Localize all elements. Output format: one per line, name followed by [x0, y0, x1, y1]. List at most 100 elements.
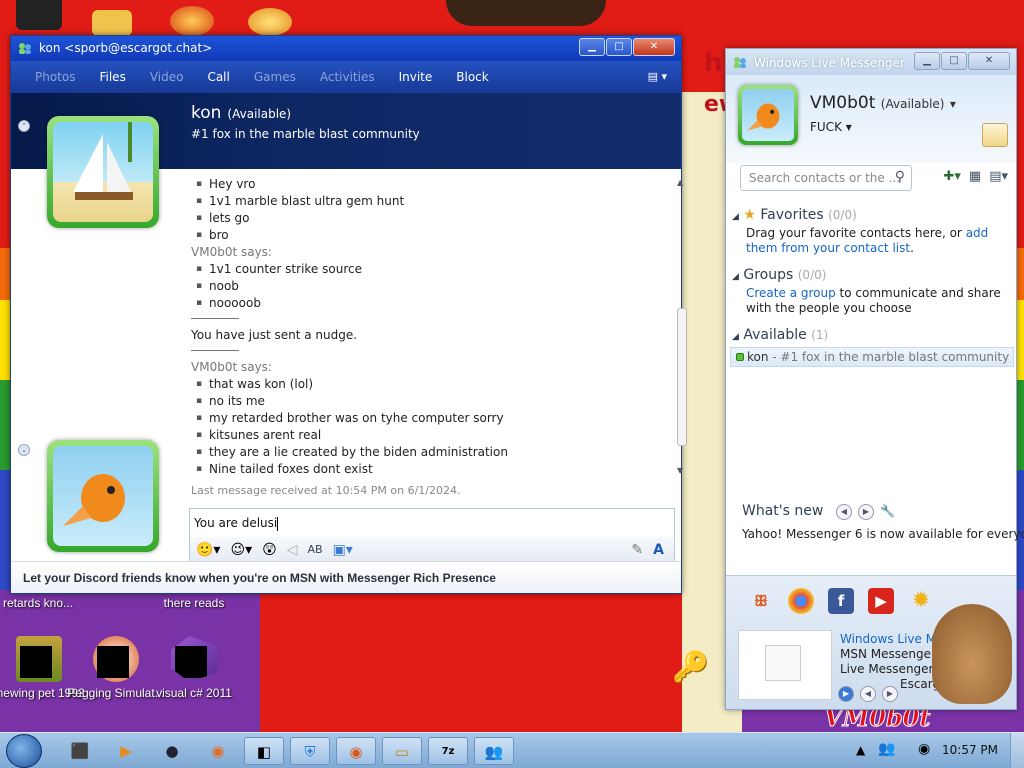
youtube-icon[interactable]: ▶ — [868, 588, 894, 614]
voice-clip-icon[interactable]: ◁ — [287, 542, 298, 558]
tray-messenger-icon[interactable]: 👥 — [878, 741, 895, 757]
scroll-down-icon[interactable]: ▼ — [677, 466, 683, 475]
contact-tools: ✚▾ ▦ ▤▾ — [943, 169, 1008, 184]
tray-arrow-icon[interactable]: ▲ — [856, 743, 865, 757]
background-icon[interactable]: ▣▾ — [333, 542, 353, 558]
taskbar-app-icon[interactable]: ⬛ — [60, 737, 100, 765]
menu-video[interactable]: Video — [138, 70, 196, 84]
maximize-button[interactable]: □ — [941, 52, 967, 70]
butterfly-icon[interactable]: ꕥ — [748, 588, 774, 614]
menu-games[interactable]: Games — [242, 70, 308, 84]
chat-title-bar[interactable]: kon <sporb@escargot.chat> ▁ □ ✕ — [11, 36, 681, 61]
play-icon[interactable]: ▶ — [838, 686, 854, 702]
menu-photos[interactable]: Photos — [23, 70, 87, 84]
next-icon[interactable]: ▶ — [882, 686, 898, 702]
facebook-icon[interactable]: f — [828, 588, 854, 614]
my-display-picture[interactable] — [738, 85, 798, 145]
message-line: Nine tailed foxes dont exist — [191, 461, 664, 478]
network-icon[interactable]: ◉ — [918, 741, 930, 757]
messenger-taskbar-icon[interactable]: 👥 — [474, 737, 514, 765]
sun-icon[interactable]: ✹ — [908, 588, 934, 614]
conversation-scrollbar[interactable]: ▲ ▼ — [674, 178, 690, 478]
folder-icon[interactable]: ▭ — [382, 737, 422, 765]
menu-block[interactable]: Block — [444, 70, 500, 84]
key-icon: 🔑 — [672, 650, 710, 685]
sender-label: VM0b0t says: — [191, 360, 272, 374]
desktop-icon[interactable] — [16, 0, 62, 30]
chat-footer-ad[interactable]: Let your Discord friends know when you'r… — [11, 561, 681, 593]
settings-icon[interactable]: 🔧 — [880, 504, 895, 520]
show-desktop-button[interactable] — [1010, 733, 1024, 768]
group-favorites: ◢ ★ Favorites (0/0) Drag your favorite c… — [732, 207, 1014, 256]
messenger-title-bar[interactable]: Windows Live Messenger ▁ □ ✕ — [726, 49, 1016, 75]
message-input[interactable]: You are delusi — [194, 516, 279, 531]
desktop-icon-partial[interactable]: retards kno... — [0, 596, 88, 610]
create-group-link[interactable]: Create a group — [746, 286, 836, 300]
chrome-icon[interactable] — [788, 588, 814, 614]
contact-avatar[interactable] — [47, 116, 159, 228]
profile-header: VM0b0t (Available) ▾ FUCK ▾ — [726, 75, 1016, 163]
minimize-button[interactable]: ▁ — [914, 52, 940, 70]
message-line: bro — [191, 227, 664, 244]
firefox-icon[interactable]: ◉ — [198, 737, 238, 765]
divider — [191, 350, 239, 351]
maximize-button[interactable]: □ — [606, 38, 632, 56]
goldfish-icon — [747, 103, 780, 131]
my-display-name[interactable]: VM0b0t (Available) ▾ — [810, 93, 956, 113]
prev-icon[interactable]: ◀ — [860, 686, 876, 702]
taskbar-app-icon[interactable]: ◧ — [244, 737, 284, 765]
scrollbar-thumb[interactable] — [677, 308, 687, 446]
ad-controls: ▶ ◀ ▶ — [838, 686, 898, 702]
inbox-icon[interactable] — [982, 123, 1008, 147]
nudge-icon[interactable]: 😲 — [262, 542, 277, 558]
emoticon-icon[interactable]: 🙂▾ — [196, 542, 220, 558]
minimize-button[interactable]: ▁ — [579, 38, 605, 56]
scroll-up-icon[interactable]: ▲ — [677, 178, 683, 187]
available-header[interactable]: ◢ Available (1) — [732, 327, 1014, 343]
my-personal-message[interactable]: FUCK ▾ — [810, 120, 852, 134]
prev-icon[interactable]: ◀ — [836, 504, 852, 520]
desktop-icon-partial[interactable]: there reads — [144, 596, 244, 610]
social-apps-bar: ꕥ f ▶ ✹ — [748, 588, 934, 614]
whats-new-title: What's new — [742, 503, 824, 519]
layout-icon[interactable]: ▦ — [969, 169, 981, 184]
menu-files[interactable]: Files — [87, 70, 137, 84]
search-contacts-input[interactable]: Search contacts or the ... ⚲ — [740, 165, 912, 191]
ad-image[interactable] — [738, 630, 832, 700]
menu-icon[interactable]: ▤▾ — [989, 169, 1008, 184]
spellcheck-icon[interactable]: AB — [307, 543, 322, 556]
next-icon[interactable]: ▶ — [858, 504, 874, 520]
contact-name: kon — [747, 350, 769, 364]
desktop-wallpaper-logo — [446, 0, 606, 26]
taskbar-app-icon[interactable]: ● — [152, 737, 192, 765]
collapse-icon[interactable]: ⌄ — [18, 444, 30, 456]
menu-invite[interactable]: Invite — [387, 70, 445, 84]
search-icon: ⚲ — [894, 169, 905, 185]
contact-row-kon[interactable]: kon - #1 fox in the marble blast communi… — [730, 347, 1014, 367]
close-button[interactable]: ✕ — [633, 38, 675, 56]
groups-header[interactable]: ◢ Groups (0/0) — [732, 267, 1014, 283]
my-avatar[interactable] — [47, 440, 159, 552]
start-button[interactable] — [6, 734, 42, 768]
taskbar-app-icon[interactable]: ◉ — [336, 737, 376, 765]
whats-new-text[interactable]: Yahoo! Messenger 6 is now available for … — [742, 527, 1024, 541]
menu-activities[interactable]: Activities — [308, 70, 387, 84]
add-contact-icon[interactable]: ✚▾ — [943, 169, 960, 184]
options-menu-icon[interactable]: ▤ ▾ — [648, 70, 667, 83]
favorites-header[interactable]: ◢ ★ Favorites (0/0) — [732, 207, 1014, 223]
close-button[interactable]: ✕ — [968, 52, 1010, 70]
clock[interactable]: 10:57 PM — [942, 743, 998, 757]
collapse-icon[interactable]: ⌃ — [18, 120, 30, 132]
shield-icon[interactable]: ⛨ — [290, 737, 330, 765]
handwriting-icon[interactable]: ✎ — [631, 542, 643, 558]
sun-icon[interactable] — [248, 8, 292, 36]
folder-icon[interactable] — [92, 10, 132, 36]
message-input-area[interactable]: You are delusi 🙂▾ 😉▾ 😲 ◁ AB ▣▾ ✎ A — [189, 508, 675, 563]
font-icon[interactable]: A — [653, 542, 664, 558]
wink-icon[interactable]: 😉▾ — [230, 542, 252, 558]
7zip-icon[interactable]: 7z — [428, 737, 468, 765]
taskbar-media-icon[interactable]: ▶ — [106, 737, 146, 765]
desktop-icon-visual-csharp[interactable]: visual c# 2011 — [144, 636, 244, 700]
menu-call[interactable]: Call — [195, 70, 241, 84]
app-icon[interactable] — [170, 6, 214, 36]
